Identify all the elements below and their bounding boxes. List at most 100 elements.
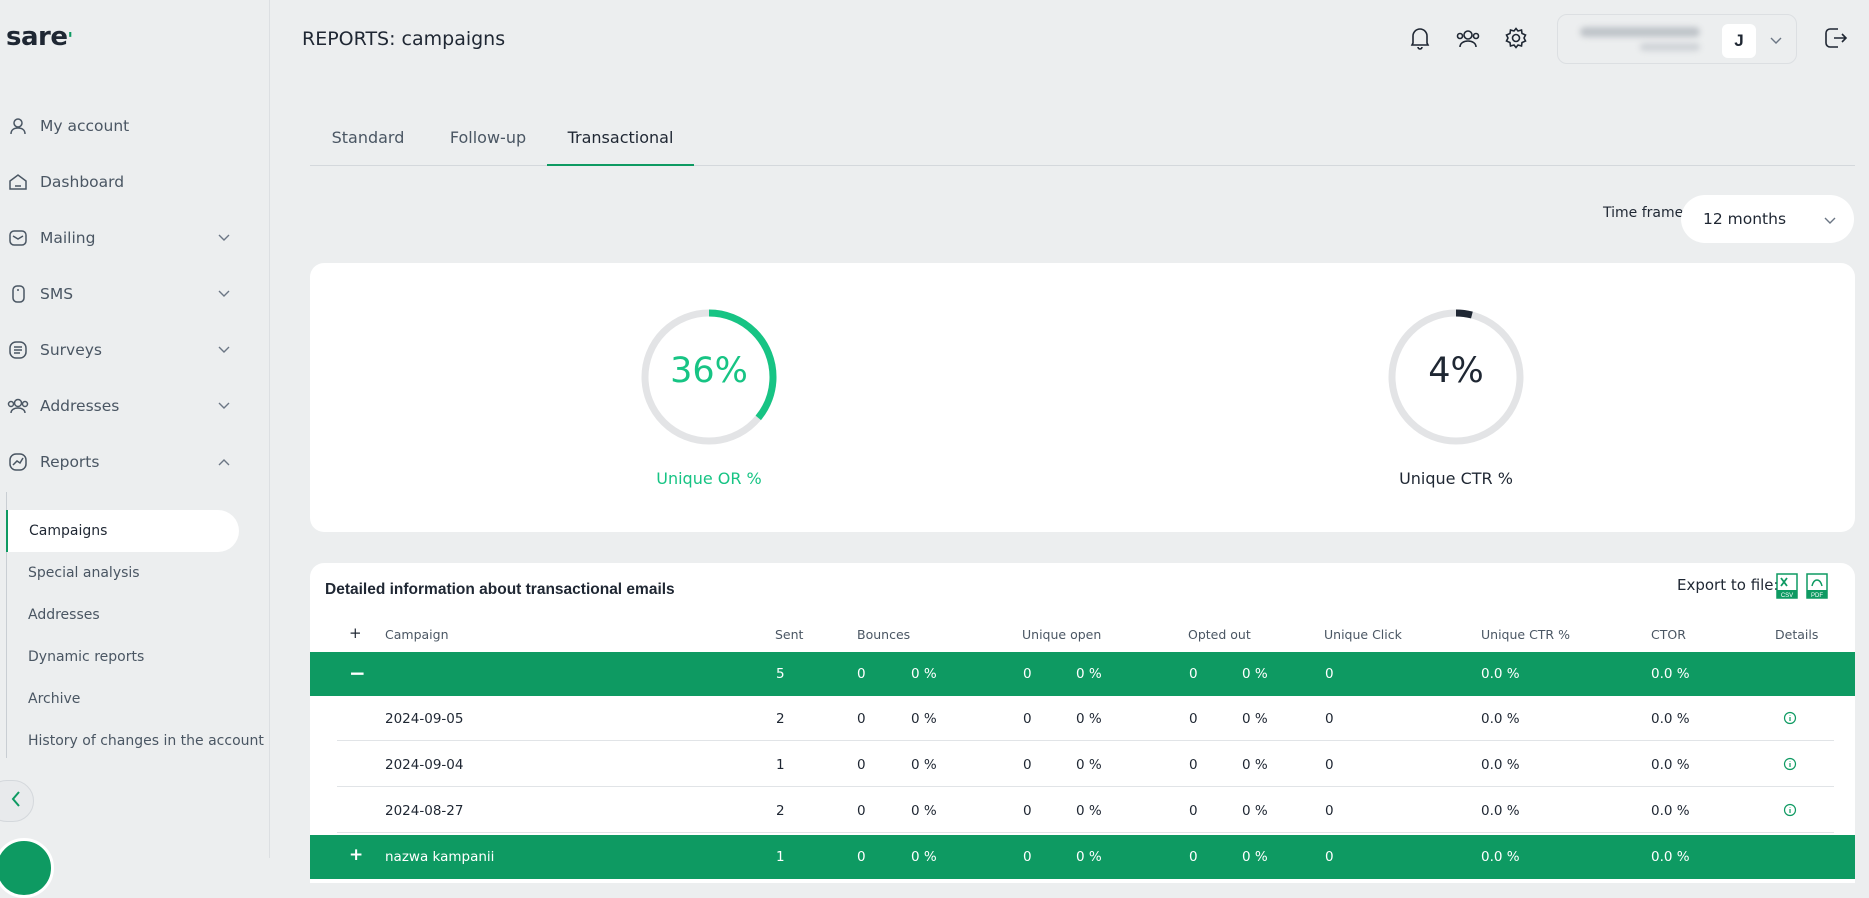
table-group-row[interactable]: + nazwa kampanii 1 0 0 % 0 0 % 0 0 % 0 0… xyxy=(310,835,1855,879)
unique-ctr-value: 4% xyxy=(1428,351,1484,391)
sidebar-item-my-account[interactable]: My account xyxy=(0,106,250,146)
row-ctr: 0.0 % xyxy=(1481,711,1520,727)
gear-icon[interactable] xyxy=(1502,24,1530,52)
sidebar-subitem-history[interactable]: History of changes in the account xyxy=(6,720,264,762)
user-icon xyxy=(6,114,30,138)
chat-button[interactable] xyxy=(0,838,54,898)
collapse-group-button[interactable]: − xyxy=(349,661,366,685)
row-click: 0 xyxy=(1325,757,1334,773)
logout-icon[interactable] xyxy=(1822,24,1850,52)
stats-card: 36% Unique OR % 4% Unique CTR % xyxy=(310,263,1855,532)
info-icon[interactable] xyxy=(1783,711,1797,725)
row-bounces: 0 xyxy=(857,757,866,773)
table-row: 2024-09-05 2 0 0 % 0 0 % 0 0 % 0 0.0 % 0… xyxy=(337,697,1834,741)
user-menu[interactable]: J xyxy=(1557,14,1797,64)
group-campaign: nazwa kampanii xyxy=(385,849,495,865)
chevron-down-icon xyxy=(1770,32,1782,50)
expand-group-button[interactable]: + xyxy=(349,845,363,865)
info-icon[interactable] xyxy=(1783,803,1797,817)
row-open: 0 xyxy=(1023,757,1032,773)
sare-logo[interactable]: sare' xyxy=(6,22,73,52)
group-open: 0 xyxy=(1023,666,1032,682)
time-frame-value: 12 months xyxy=(1703,210,1787,228)
row-ctor: 0.0 % xyxy=(1651,803,1690,819)
tab-transactional[interactable]: Transactional xyxy=(547,118,694,166)
row-open-pct: 0 % xyxy=(1076,711,1102,727)
sidebar-item-reports[interactable]: Reports xyxy=(0,442,250,482)
group-open-pct: 0 % xyxy=(1076,849,1102,865)
sidebar-item-addresses[interactable]: Addresses xyxy=(0,386,250,426)
users-icon[interactable] xyxy=(1454,24,1482,52)
svg-text:CSV: CSV xyxy=(1781,593,1793,599)
group-bounces: 0 xyxy=(857,849,866,865)
sidebar-item-surveys[interactable]: Surveys xyxy=(0,330,250,370)
tab-standard[interactable]: Standard xyxy=(310,118,426,166)
bell-icon[interactable] xyxy=(1406,24,1434,52)
group-opted-pct: 0 % xyxy=(1242,849,1268,865)
contacts-icon xyxy=(6,394,30,418)
unique-or-value: 36% xyxy=(670,351,748,391)
collapse-sidebar-button[interactable] xyxy=(0,780,34,822)
time-frame-select[interactable]: 12 months xyxy=(1681,195,1854,243)
group-ctor: 0.0 % xyxy=(1651,849,1690,865)
chevron-down-icon xyxy=(216,402,232,410)
csv-export-icon[interactable]: CSV xyxy=(1776,573,1798,599)
pdf-export-icon[interactable]: PDF xyxy=(1806,573,1828,599)
col-unique-open[interactable]: Unique open xyxy=(1022,627,1101,642)
sidebar-item-sms[interactable]: SMS xyxy=(0,274,250,314)
row-campaign: 2024-09-04 xyxy=(385,757,464,773)
row-campaign: 2024-08-27 xyxy=(385,803,464,819)
time-frame-label: Time frame xyxy=(1603,205,1684,221)
table-title: Detailed information about transactional… xyxy=(325,581,675,598)
col-unique-ctr[interactable]: Unique CTR % xyxy=(1481,627,1570,642)
user-email-redacted xyxy=(1580,27,1700,37)
col-ctor[interactable]: CTOR xyxy=(1651,627,1686,642)
row-opted-pct: 0 % xyxy=(1242,757,1268,773)
col-opted-out[interactable]: Opted out xyxy=(1188,627,1251,642)
sidebar: sare' My account Dashboard Mailing SMS S… xyxy=(0,0,270,898)
col-bounces[interactable]: Bounces xyxy=(857,627,910,642)
col-unique-click[interactable]: Unique Click xyxy=(1324,627,1402,642)
sidebar-item-mailing[interactable]: Mailing xyxy=(0,218,250,258)
sidebar-subitem-campaigns[interactable]: Campaigns xyxy=(6,510,239,552)
chevron-left-icon xyxy=(11,790,21,812)
row-click: 0 xyxy=(1325,711,1334,727)
col-details: Details xyxy=(1775,627,1819,642)
user-name-redacted xyxy=(1640,43,1700,51)
info-icon[interactable] xyxy=(1783,757,1797,771)
page-title: REPORTS: campaigns xyxy=(302,28,506,50)
row-click: 0 xyxy=(1325,803,1334,819)
row-campaign: 2024-09-05 xyxy=(385,711,464,727)
group-open-pct: 0 % xyxy=(1076,666,1102,682)
chevron-down-icon xyxy=(216,346,232,354)
group-opted: 0 xyxy=(1189,666,1198,682)
row-opted: 0 xyxy=(1189,803,1198,819)
row-opted-pct: 0 % xyxy=(1242,803,1268,819)
sidebar-item-dashboard[interactable]: Dashboard xyxy=(0,162,250,202)
col-campaign[interactable]: Campaign xyxy=(385,627,449,642)
row-open: 0 xyxy=(1023,803,1032,819)
chevron-down-icon xyxy=(1824,211,1836,229)
tab-follow-up[interactable]: Follow-up xyxy=(428,118,548,166)
survey-icon xyxy=(6,338,30,362)
group-click: 0 xyxy=(1325,666,1334,682)
row-bounces-pct: 0 % xyxy=(911,711,937,727)
table-group-row[interactable]: − 5 0 0 % 0 0 % 0 0 % 0 0.0 % 0.0 % xyxy=(310,652,1855,696)
sidebar-subitem-archive[interactable]: Archive xyxy=(6,678,80,720)
sidebar-subitem-dynamic-reports[interactable]: Dynamic reports xyxy=(6,636,144,678)
transactional-table-card: Detailed information about transactional… xyxy=(310,563,1855,883)
row-opted-pct: 0 % xyxy=(1242,711,1268,727)
row-ctr: 0.0 % xyxy=(1481,757,1520,773)
sidebar-subitem-special-analysis[interactable]: Special analysis xyxy=(6,552,140,594)
group-opted-pct: 0 % xyxy=(1242,666,1268,682)
group-ctor: 0.0 % xyxy=(1651,666,1690,682)
row-ctor: 0.0 % xyxy=(1651,757,1690,773)
row-bounces-pct: 0 % xyxy=(911,803,937,819)
mail-icon xyxy=(6,226,30,250)
sidebar-subitem-addresses[interactable]: Addresses xyxy=(6,594,100,636)
avatar: J xyxy=(1722,24,1756,58)
expand-all-button[interactable]: + xyxy=(349,624,362,642)
row-bounces: 0 xyxy=(857,711,866,727)
group-ctr: 0.0 % xyxy=(1481,849,1520,865)
col-sent[interactable]: Sent xyxy=(775,627,803,642)
